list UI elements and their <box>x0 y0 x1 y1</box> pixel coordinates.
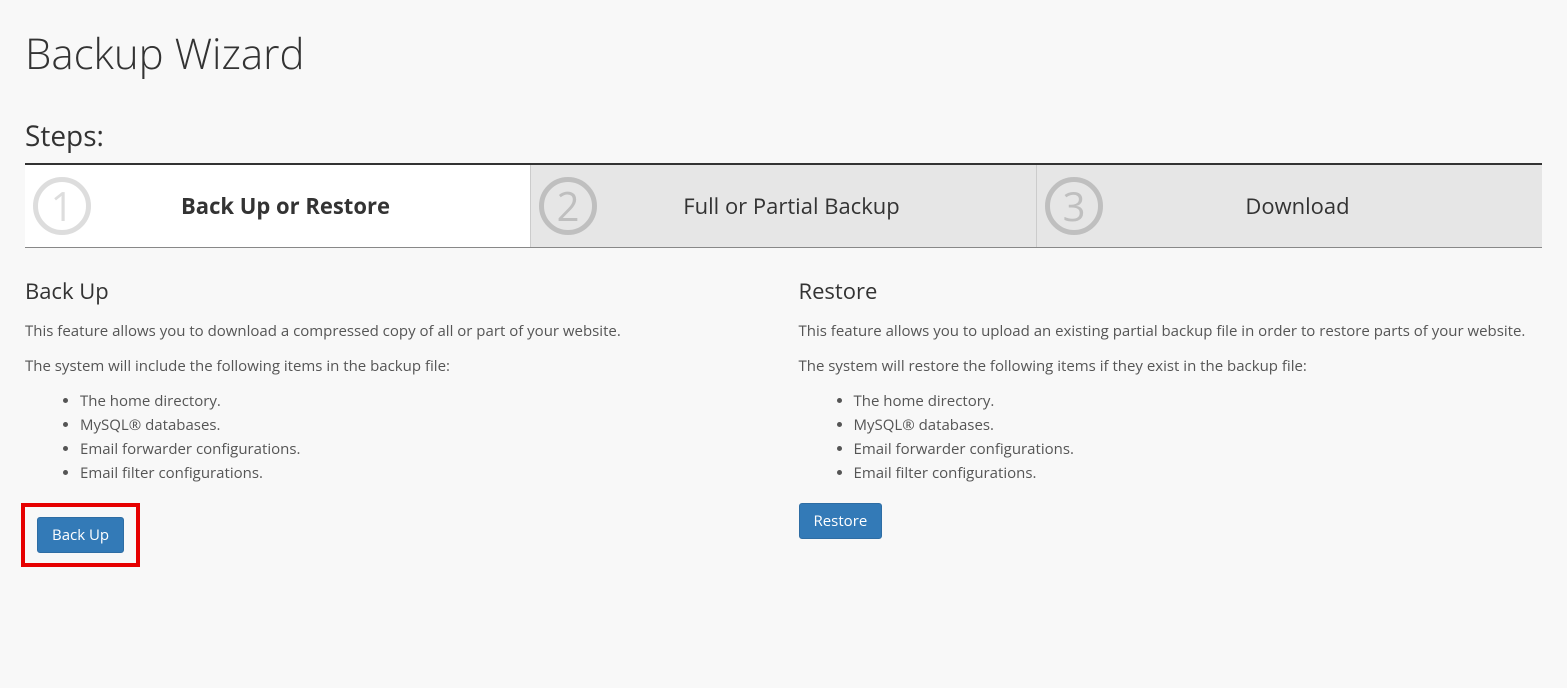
list-item: Email forwarder configurations. <box>80 437 769 461</box>
backup-intro: This feature allows you to download a co… <box>25 320 769 343</box>
restore-list-intro: The system will restore the following it… <box>799 355 1543 378</box>
restore-heading: Restore <box>799 276 1543 306</box>
backup-button[interactable]: Back Up <box>37 517 124 553</box>
page-title: Backup Wizard <box>25 25 1542 82</box>
list-item: Email filter configurations. <box>854 461 1543 485</box>
list-item: The home directory. <box>80 389 769 413</box>
step-2-label: Full or Partial Backup <box>605 192 1028 221</box>
step-number-3-icon: 3 <box>1045 177 1103 235</box>
backup-column: Back Up This feature allows you to downl… <box>25 276 769 567</box>
list-item: MySQL® databases. <box>854 413 1543 437</box>
highlight-annotation: Back Up <box>21 503 140 567</box>
backup-list-intro: The system will include the following it… <box>25 355 769 378</box>
steps-heading: Steps: <box>25 117 1542 155</box>
step-3[interactable]: 3 Download <box>1037 165 1542 247</box>
restore-column: Restore This feature allows you to uploa… <box>799 276 1543 567</box>
step-2[interactable]: 2 Full or Partial Backup <box>531 165 1037 247</box>
list-item: MySQL® databases. <box>80 413 769 437</box>
step-1-label: Back Up or Restore <box>99 192 522 221</box>
backup-heading: Back Up <box>25 276 769 306</box>
list-item: Email forwarder configurations. <box>854 437 1543 461</box>
step-number-1-icon: 1 <box>33 177 91 235</box>
restore-button[interactable]: Restore <box>799 503 883 539</box>
step-1[interactable]: 1 Back Up or Restore <box>25 165 531 247</box>
steps-container: 1 Back Up or Restore 2 Full or Partial B… <box>25 163 1542 248</box>
step-3-label: Download <box>1111 192 1534 221</box>
step-number-2-icon: 2 <box>539 177 597 235</box>
backup-items-list: The home directory. MySQL® databases. Em… <box>25 389 769 485</box>
content-columns: Back Up This feature allows you to downl… <box>25 276 1542 567</box>
list-item: Email filter configurations. <box>80 461 769 485</box>
restore-items-list: The home directory. MySQL® databases. Em… <box>799 389 1543 485</box>
list-item: The home directory. <box>854 389 1543 413</box>
restore-intro: This feature allows you to upload an exi… <box>799 320 1543 343</box>
